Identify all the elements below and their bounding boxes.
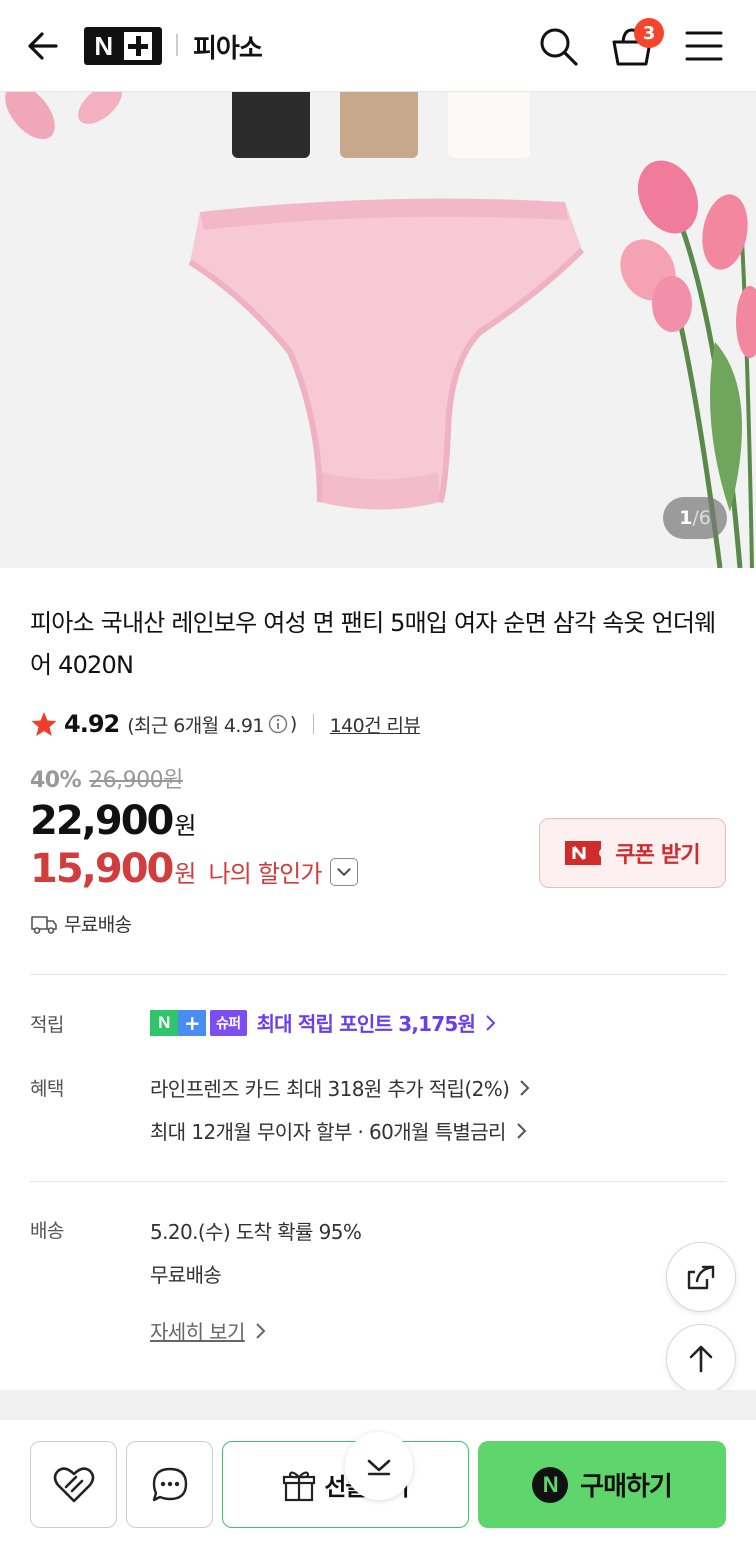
sale-price-row: 22,900 원	[30, 798, 196, 844]
naver-n-icon: N	[532, 1466, 569, 1503]
sale-price-unit: 원	[174, 812, 197, 840]
total-image-number: 6	[698, 507, 711, 529]
gift-button[interactable]: 선물하기	[222, 1441, 469, 1528]
discount-rate: 40%	[30, 768, 82, 793]
image-page-indicator: 1/6	[663, 497, 727, 539]
search-icon[interactable]	[536, 24, 580, 68]
hamburger-menu-icon[interactable]	[684, 28, 724, 64]
back-arrow-icon[interactable]	[24, 26, 64, 66]
benefit-card-text: 라인프렌즈 카드 최대 318원 추가 적립(2%)	[150, 1077, 510, 1101]
heart-icon	[53, 1466, 94, 1502]
product-image-carousel[interactable]	[0, 92, 756, 568]
chevron-right-icon	[486, 1014, 496, 1031]
top-header: N 피아소 3	[0, 0, 756, 92]
share-icon	[687, 1265, 715, 1290]
truck-icon	[31, 915, 57, 934]
logo-divider	[176, 34, 178, 56]
points-label: 적립	[30, 1014, 64, 1036]
benefits-label: 혜택	[30, 1078, 64, 1100]
chevron-down-icon[interactable]	[329, 858, 358, 886]
section-separator-band	[0, 1390, 756, 1420]
chevron-down-icon	[367, 1459, 391, 1476]
star-icon	[31, 712, 57, 736]
buy-label: 구매하기	[580, 1472, 673, 1502]
sale-price: 22,900	[30, 798, 174, 844]
benefit-card-row[interactable]: 라인프렌즈 카드 최대 318원 추가 적립(2%)	[150, 1073, 531, 1102]
collapse-bar-button[interactable]	[345, 1432, 413, 1500]
product-title: 피아소 국내산 레인보우 여성 면 팬티 5매입 여자 순면 삼각 속옷 언더웨…	[30, 609, 716, 679]
original-price: 26,900원	[89, 768, 183, 793]
recent-rating-close: )	[289, 713, 297, 735]
cart-count-badge: 3	[634, 18, 664, 48]
logo-n-letter: N	[94, 31, 114, 61]
recent-rating-text: (최근 6개월 4.91	[127, 714, 264, 737]
benefit-installment-text: 최대 12개월 무이자 할부 · 60개월 특별금리	[150, 1120, 506, 1144]
store-name[interactable]: 피아소	[193, 28, 263, 65]
naver-plus-super-badge: N + 슈퍼	[150, 1009, 247, 1036]
rating-score: 4.92	[64, 710, 120, 738]
info-icon[interactable]	[268, 714, 288, 734]
current-image-number: 1	[679, 507, 693, 529]
section-divider	[30, 1181, 726, 1182]
badge-n: N	[150, 1009, 178, 1036]
discount-row: 40% 26,900원	[30, 762, 183, 794]
delivery-arrival: 5.20.(수) 도착 확률 95%	[150, 1220, 362, 1244]
rating-row: 4.92 (최근 6개월 4.91 ) 140건 리뷰	[30, 706, 421, 742]
benefit-installment-row[interactable]: 최대 12개월 무이자 할부 · 60개월 특별금리	[150, 1116, 528, 1145]
recent-rating: (최근 6개월 4.91 )	[127, 711, 297, 738]
chevron-right-icon	[520, 1079, 530, 1096]
coupon-label: 쿠폰 받기	[615, 843, 700, 868]
delivery-detail-link[interactable]: 자세히 보기	[150, 1316, 267, 1345]
badge-plus: +	[178, 1009, 206, 1036]
chevron-right-icon	[256, 1322, 266, 1339]
points-row[interactable]: N + 슈퍼 최대 적립 포인트 3,175원	[150, 1008, 497, 1037]
my-discount-label: 나의 할인가	[208, 860, 322, 888]
buy-button[interactable]: N 구매하기	[478, 1441, 726, 1528]
product-photo	[0, 92, 756, 568]
my-price-unit: 원	[174, 860, 197, 888]
coupon-button[interactable]: 쿠폰 받기	[539, 818, 726, 888]
naver-plus-logo[interactable]: N	[84, 27, 162, 65]
scroll-top-button[interactable]	[666, 1324, 736, 1394]
my-discount-price: 15,900	[30, 846, 174, 892]
rating-divider	[312, 714, 314, 734]
free-shipping-row: 무료배송	[30, 910, 132, 937]
delivery-fee: 무료배송	[150, 1263, 222, 1287]
review-count-link[interactable]: 140건 리뷰	[330, 711, 421, 738]
delivery-label: 배송	[30, 1220, 64, 1242]
my-discount-price-row: 15,900 원 나의 할인가	[30, 846, 358, 892]
talk-chat-button[interactable]	[126, 1441, 213, 1528]
free-shipping-text: 무료배송	[64, 914, 132, 936]
share-button[interactable]	[666, 1242, 736, 1312]
wishlist-button[interactable]	[30, 1441, 117, 1528]
chevron-right-icon	[517, 1122, 527, 1139]
badge-super: 슈퍼	[210, 1009, 247, 1036]
gift-icon	[283, 1471, 316, 1501]
section-divider	[30, 974, 726, 975]
chat-icon	[152, 1467, 187, 1501]
coupon-n-icon	[565, 841, 602, 865]
arrow-up-icon	[689, 1345, 713, 1373]
detail-link-text: 자세히 보기	[150, 1320, 245, 1344]
logo-plus-icon	[123, 32, 152, 60]
max-points-text: 최대 적립 포인트 3,175원	[256, 1012, 476, 1036]
